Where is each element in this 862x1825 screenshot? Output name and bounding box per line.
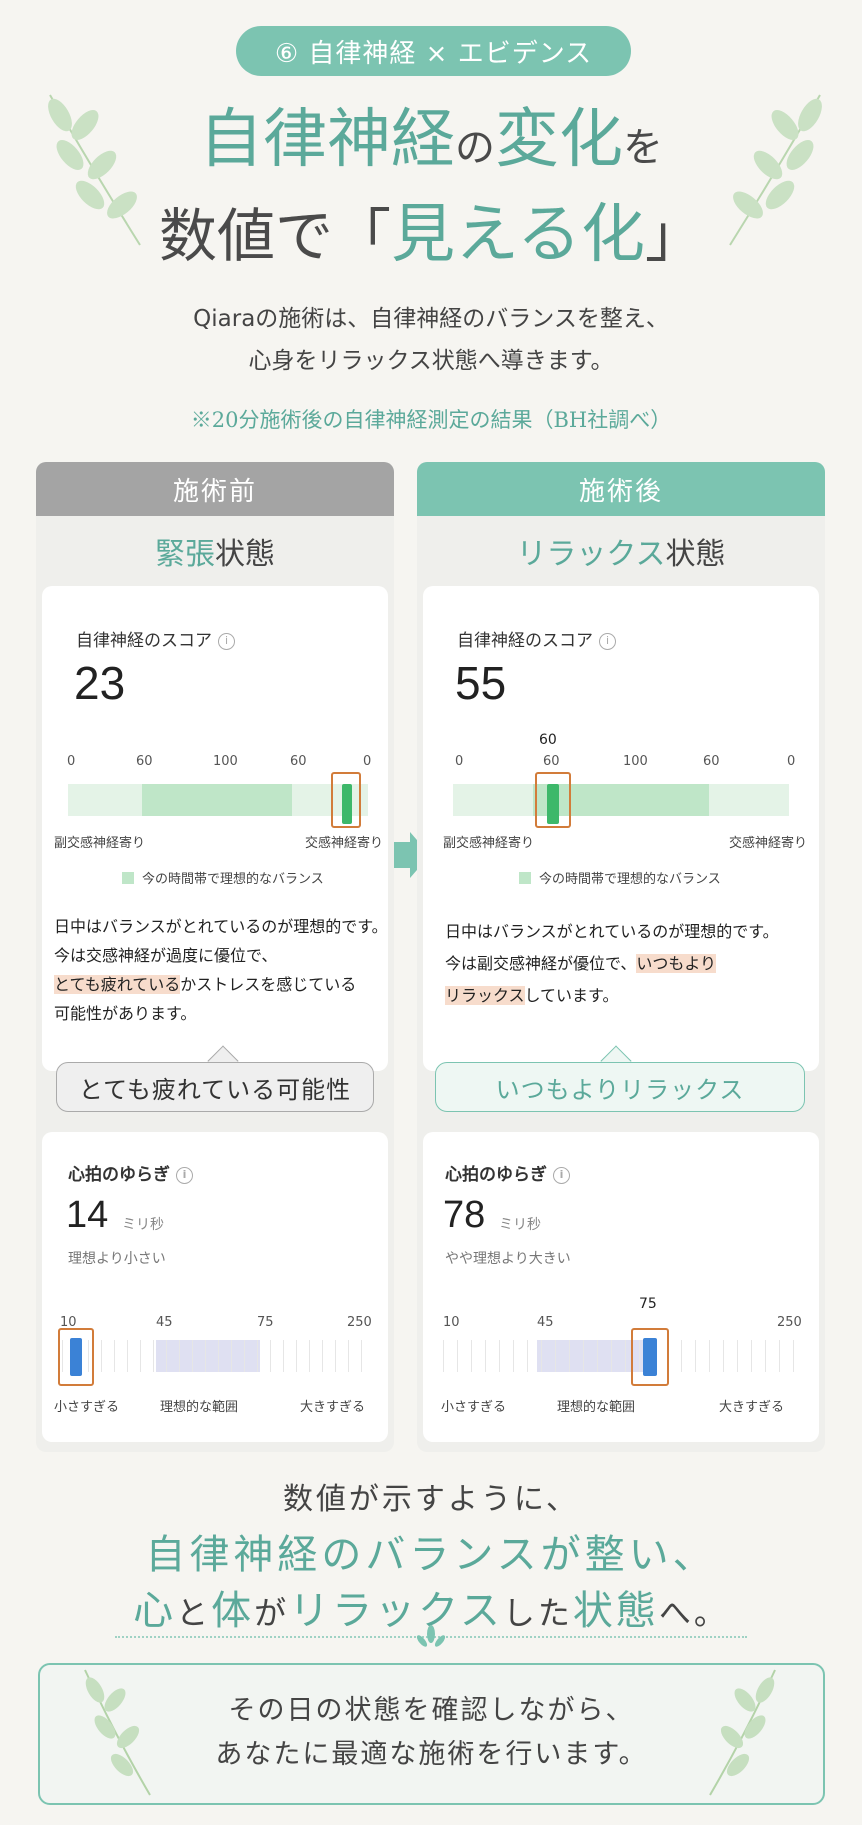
hrv-scale-line — [114, 1340, 115, 1372]
score-label: 自律神経のスコア i — [76, 626, 235, 651]
hrv-scale-line — [471, 1340, 472, 1372]
before-column: 施術前 緊張 状態 自律神経のスコア i 23 0 60 100 60 0 副交感神… — [36, 462, 394, 1452]
score-marker-highlight — [535, 772, 571, 828]
hrv-scale-line — [751, 1340, 752, 1372]
before-hrv-card: 心拍のゆらぎ i 14 ミリ秒 理想より小さい 10 45 75 250 小さすぎ… — [42, 1132, 388, 1442]
hrv-scale-line — [348, 1340, 349, 1372]
before-header: 施術前 — [36, 462, 394, 516]
sprout-icon — [416, 1625, 446, 1647]
leaf-decoration-bottom-right — [709, 1669, 776, 1796]
hrv-scale-line — [625, 1340, 626, 1372]
hrv-scale-line — [166, 1340, 167, 1372]
leaf-decoration-bottom-left — [84, 1669, 151, 1796]
info-icon[interactable]: i — [599, 632, 616, 650]
page-title-line2: 数値で「見える化」 — [158, 198, 704, 272]
hrv-scale-line — [361, 1340, 362, 1372]
legend: 今の時間帯で理想的なバランス — [122, 868, 324, 887]
hrv-scale-line — [192, 1340, 193, 1372]
after-column: 施術後 リラックス 状態 自律神経のスコア i 55 0 60 100 60 0 6… — [417, 462, 825, 1452]
conclusion-line2: 自律神経のバランスが整い、 — [145, 1532, 717, 1578]
after-header: 施術後 — [417, 462, 825, 516]
hrv-scale-line — [737, 1340, 738, 1372]
hrv-scale-line — [457, 1340, 458, 1372]
hrv-scale-line — [779, 1340, 780, 1372]
hrv-scale-line — [296, 1340, 297, 1372]
hrv-scale-line — [244, 1340, 245, 1372]
hrv-scale-line — [218, 1340, 219, 1372]
before-state: 緊張 状態 — [155, 537, 275, 572]
hrv-scale-line — [709, 1340, 710, 1372]
before-bubble: とても疲れている可能性 — [56, 1062, 374, 1112]
hrv-ideal-range — [537, 1340, 643, 1372]
hrv-marker-highlight — [58, 1328, 94, 1386]
hrv-scale-line — [513, 1340, 514, 1372]
hrv-scale-line — [127, 1340, 128, 1372]
hrv-scale-line — [541, 1340, 542, 1372]
hrv-scale-line — [322, 1340, 323, 1372]
hrv-scale-line — [270, 1340, 271, 1372]
hrv-scale-line — [793, 1340, 794, 1372]
score-value: 55 — [455, 657, 507, 709]
hrv-scale-line — [583, 1340, 584, 1372]
hrv-scale-line — [723, 1340, 724, 1372]
score-ideal-range — [142, 784, 292, 816]
hrv-scale-line — [257, 1340, 258, 1372]
hrv-scale-line — [765, 1340, 766, 1372]
after-bubble: いつもよりリラックス — [435, 1062, 805, 1112]
hrv-scale-line — [335, 1340, 336, 1372]
hrv-scale-line — [499, 1340, 500, 1372]
hrv-scale-line — [443, 1340, 444, 1372]
hrv-scale-line — [555, 1340, 556, 1372]
hrv-scale-line — [309, 1340, 310, 1372]
after-description: 日中はバランスがとれているのが理想的です。 今は副交感神経が優位で、いつもより … — [445, 922, 779, 1005]
legend: 今の時間帯で理想的なバランス — [519, 868, 721, 887]
hrv-scale-line — [101, 1340, 102, 1372]
score-value: 23 — [74, 657, 126, 709]
after-score-card: 自律神経のスコア i 55 0 60 100 60 0 60 副交感神経寄り 交感… — [423, 586, 819, 1071]
score-marker-highlight — [331, 772, 361, 828]
hrv-scale-line — [485, 1340, 486, 1372]
before-score-card: 自律神経のスコア i 23 0 60 100 60 0 副交感神経寄り 交感神経寄… — [42, 586, 388, 1071]
hrv-scale-line — [179, 1340, 180, 1372]
lead-text: Qiaraの施術は、自律神経のバランスを整え、 心身をリラックス状態へ導きます。 — [193, 306, 669, 374]
after-state: リラックス 状態 — [516, 537, 726, 572]
measurement-note: ※20分施術後の自律神経測定の結果（BH社調べ） — [190, 408, 672, 432]
hrv-scale-line — [695, 1340, 696, 1372]
after-hrv-card: 心拍のゆらぎ i 78 ミリ秒 やや理想より大きい 10 45 75 250 小さ… — [423, 1132, 819, 1442]
conclusion-line1: 数値が示すように、 — [282, 1482, 580, 1517]
info-icon[interactable]: i — [218, 632, 235, 650]
hrv-marker-highlight — [631, 1328, 669, 1386]
hrv-scale-line — [283, 1340, 284, 1372]
hrv-scale-line — [569, 1340, 570, 1372]
info-icon[interactable]: i — [553, 1166, 570, 1184]
hrv-scale-line — [140, 1340, 141, 1372]
hrv-scale-line — [681, 1340, 682, 1372]
page-title-line1: 自律神経の変化を — [199, 103, 663, 177]
hrv-scale-line — [153, 1340, 154, 1372]
hrv-scale-line — [527, 1340, 528, 1372]
hrv-scale-line — [597, 1340, 598, 1372]
hrv-scale-line — [205, 1340, 206, 1372]
hrv-scale-line — [611, 1340, 612, 1372]
before-description: 日中はバランスがとれているのが理想的です。 今は交感神経が過度に優位で、 とても… — [54, 917, 388, 1023]
hrv-scale-line — [231, 1340, 232, 1372]
info-icon[interactable]: i — [176, 1166, 193, 1184]
section-badge: ⑥ 自律神経 × エビデンス — [236, 26, 631, 76]
